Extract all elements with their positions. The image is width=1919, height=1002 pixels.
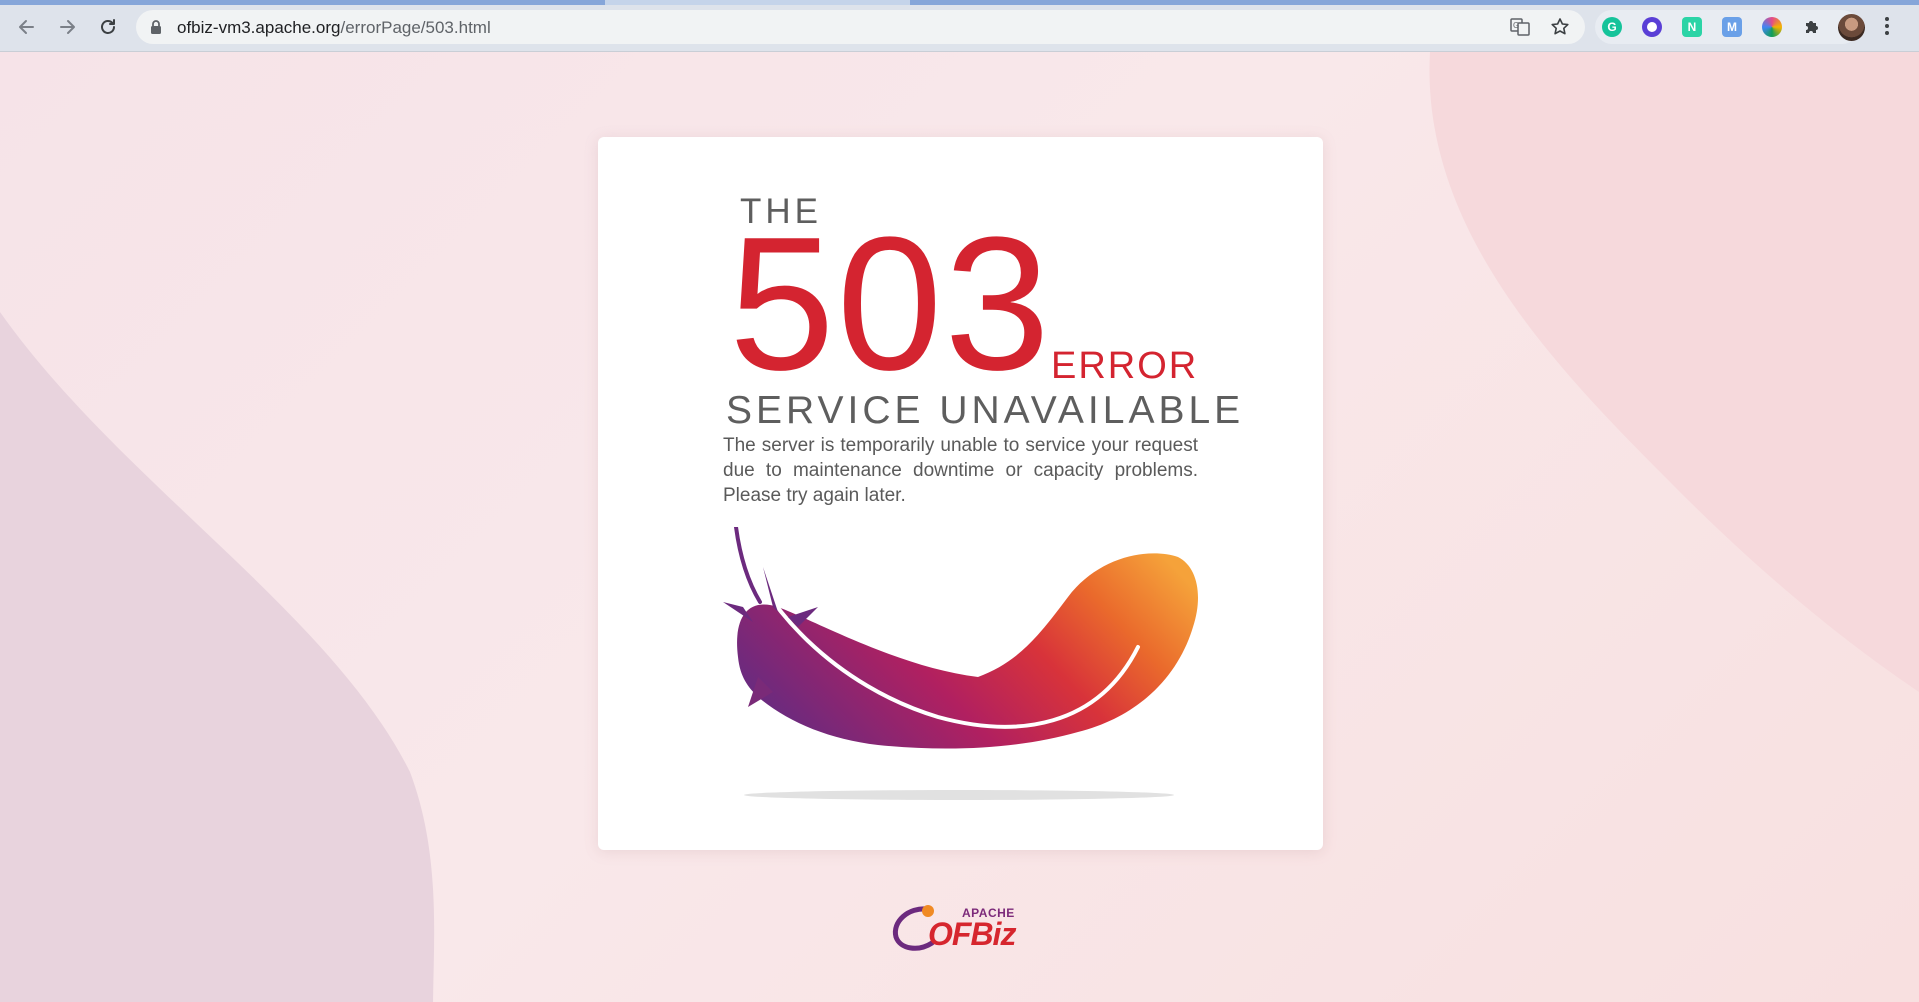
star-icon[interactable] bbox=[1550, 17, 1570, 37]
feather-shadow bbox=[744, 790, 1174, 800]
url-host: ofbiz-vm3.apache.org bbox=[177, 18, 341, 37]
error-code: 503 bbox=[729, 198, 1053, 410]
tab-strip bbox=[0, 0, 1919, 5]
arrow-left-icon bbox=[19, 20, 34, 34]
error-title: SERVICE UNAVAILABLE bbox=[726, 389, 1245, 432]
reload-button[interactable] bbox=[93, 12, 123, 42]
notion-like-icon[interactable]: N bbox=[1682, 17, 1702, 37]
logo-ofbiz-text: OFBiz bbox=[928, 916, 1016, 952]
lock-icon[interactable] bbox=[149, 19, 163, 40]
three-dots-icon[interactable] bbox=[1884, 15, 1890, 42]
puzzle-icon[interactable] bbox=[1802, 17, 1822, 37]
arrow-right-icon bbox=[60, 20, 75, 34]
back-button[interactable] bbox=[12, 12, 42, 42]
screen-recorder-icon[interactable] bbox=[1642, 17, 1662, 37]
url-text[interactable]: ofbiz-vm3.apache.org/errorPage/503.html bbox=[177, 18, 491, 38]
browser-toolbar: ofbiz-vm3.apache.org/errorPage/503.html … bbox=[0, 0, 1919, 52]
color-wheel-icon[interactable] bbox=[1762, 17, 1782, 37]
tab-left[interactable] bbox=[0, 0, 605, 5]
grammarly-icon[interactable]: G bbox=[1602, 17, 1622, 37]
address-bar[interactable]: ofbiz-vm3.apache.org/errorPage/503.html … bbox=[136, 10, 1585, 44]
ofbiz-logo[interactable]: APACHE OFBiz bbox=[888, 897, 1033, 957]
error-word: ERROR bbox=[1051, 345, 1199, 387]
translate-icon[interactable]: G bbox=[1510, 17, 1530, 37]
reload-icon bbox=[101, 19, 115, 34]
page-content: THE 503 ERROR SERVICE UNAVAILABLE The se… bbox=[0, 52, 1919, 1002]
extensions-group: G N M bbox=[1595, 10, 1859, 44]
feather-illustration bbox=[723, 527, 1198, 800]
mail-icon[interactable]: M bbox=[1722, 17, 1742, 37]
error-card: THE 503 ERROR SERVICE UNAVAILABLE The se… bbox=[598, 137, 1323, 850]
error-message: The server is temporarily unable to serv… bbox=[723, 435, 1198, 506]
tab-right[interactable] bbox=[910, 0, 1919, 5]
url-path: /errorPage/503.html bbox=[340, 18, 491, 37]
profile-avatar[interactable] bbox=[1838, 14, 1865, 41]
svg-text:G: G bbox=[1513, 21, 1519, 30]
forward-button[interactable] bbox=[52, 12, 82, 42]
